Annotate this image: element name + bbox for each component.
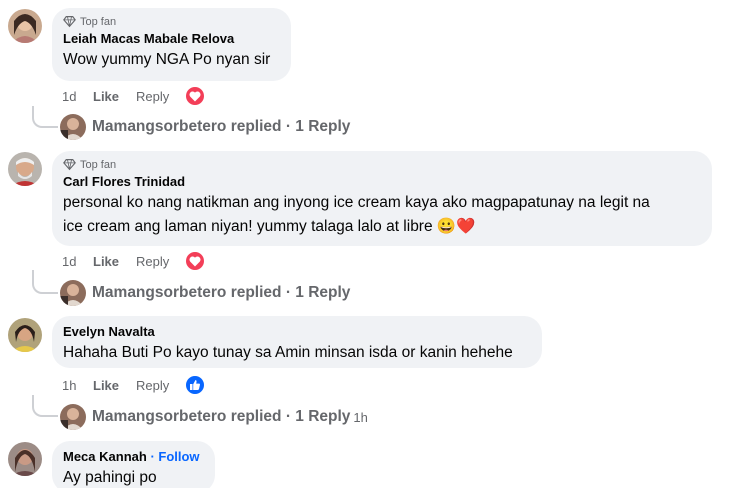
diamond-icon xyxy=(63,159,76,171)
avatar[interactable] xyxy=(8,318,42,352)
love-icon[interactable] xyxy=(184,250,206,272)
comment-text: Wow yummy NGA Po nyan sir xyxy=(63,51,271,68)
comment-text: Ay pahingi po xyxy=(63,469,157,486)
replier-name: Mamangsorbetero xyxy=(92,408,227,425)
like-button[interactable]: Like xyxy=(93,254,136,269)
diamond-icon xyxy=(63,16,76,28)
replier-avatar xyxy=(60,280,86,306)
thread-connector xyxy=(32,395,58,417)
avatar[interactable] xyxy=(8,442,42,476)
reply-button[interactable]: Reply xyxy=(136,378,184,393)
follow-button[interactable]: · Follow xyxy=(150,449,199,464)
view-replies-link[interactable]: Mamangsorbetero replied · 1 Reply xyxy=(60,280,350,306)
avatar[interactable] xyxy=(8,9,42,43)
comment-bubble: Meca Kannah · Follow Ay pahingi po xyxy=(52,441,215,488)
comment-bubble: Top fan Carl Flores Trinidad personal ko… xyxy=(52,151,712,246)
top-fan-badge: Top fan xyxy=(63,158,700,171)
comment-actions: 1h Like Reply xyxy=(62,374,206,396)
view-replies-link[interactable]: Mamangsorbetero replied · 1 Reply xyxy=(60,114,350,140)
reply-count: replied · 1 Reply xyxy=(230,118,351,135)
comment-text: Hahaha Buti Po kayo tunay sa Amin minsan… xyxy=(63,344,513,361)
thread-connector xyxy=(32,106,58,128)
replier-avatar xyxy=(60,404,86,430)
replier-avatar xyxy=(60,114,86,140)
comment-text: ice cream ang laman niyan! yummy talaga … xyxy=(63,218,476,235)
replier-name: Mamangsorbetero xyxy=(92,118,227,135)
comment-author[interactable]: Meca Kannah xyxy=(63,449,147,464)
replier-name: Mamangsorbetero xyxy=(92,284,227,301)
thumbs-up-icon[interactable] xyxy=(184,374,206,396)
comment-actions: 1d Like Reply xyxy=(62,250,206,272)
comment-text: personal ko nang natikman ang inyong ice… xyxy=(63,194,650,211)
badge-label: Top fan xyxy=(80,158,117,171)
like-button[interactable]: Like xyxy=(93,89,136,104)
avatar[interactable] xyxy=(8,152,42,186)
comment-time[interactable]: 1d xyxy=(62,89,93,104)
comment-actions: 1d Like Reply xyxy=(62,85,206,107)
comment-author[interactable]: Evelyn Navalta xyxy=(63,323,530,341)
comment-bubble: Evelyn Navalta Hahaha Buti Po kayo tunay… xyxy=(52,316,542,368)
comment-author[interactable]: Carl Flores Trinidad xyxy=(63,173,700,191)
love-icon[interactable] xyxy=(184,85,206,107)
comment-time[interactable]: 1h xyxy=(62,378,93,393)
view-replies-link[interactable]: Mamangsorbetero replied · 1 Reply 1h xyxy=(60,404,368,430)
reply-count: replied · 1 Reply xyxy=(230,408,351,425)
badge-label: Top fan xyxy=(80,15,117,28)
like-button[interactable]: Like xyxy=(93,378,136,393)
reply-age: 1h xyxy=(353,409,368,425)
comment-time[interactable]: 1d xyxy=(62,254,93,269)
thread-connector xyxy=(32,270,58,294)
reply-count: replied · 1 Reply xyxy=(230,284,351,301)
top-fan-badge: Top fan xyxy=(63,15,279,28)
reply-button[interactable]: Reply xyxy=(136,89,184,104)
comment-author-row: Meca Kannah · Follow xyxy=(63,448,203,466)
comment-author[interactable]: Leiah Macas Mabale Relova xyxy=(63,30,279,48)
comment-bubble: Top fan Leiah Macas Mabale Relova Wow yu… xyxy=(52,8,291,81)
reply-button[interactable]: Reply xyxy=(136,254,184,269)
